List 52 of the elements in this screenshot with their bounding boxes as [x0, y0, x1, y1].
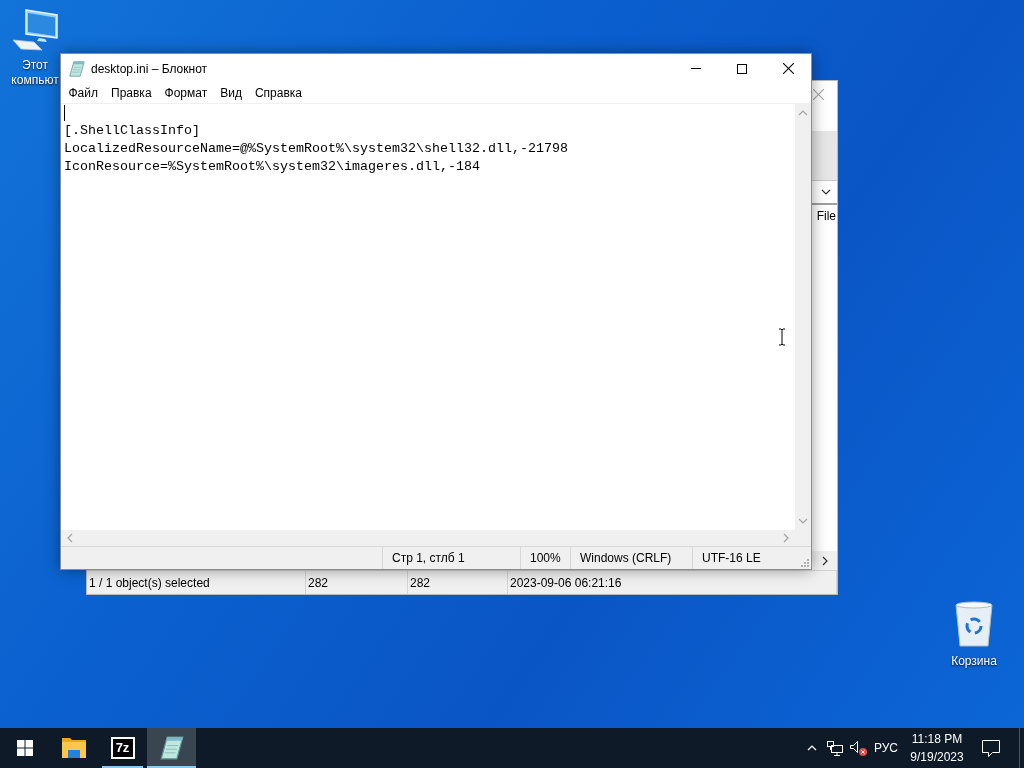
network-monitor-icon	[827, 740, 843, 756]
toolbar-background	[812, 131, 837, 180]
clock-button[interactable]: 11:18 PM 9/19/2023	[903, 728, 971, 768]
clock-time: 11:18 PM	[911, 731, 963, 748]
minimize-icon	[691, 68, 701, 69]
maximize-icon	[737, 63, 747, 74]
notepad-icon	[159, 736, 184, 760]
status-bar-text: Стр 1, стлб 1	[392, 550, 465, 567]
column-header[interactable]: File	[816, 207, 837, 225]
chevron-up-icon	[807, 744, 817, 752]
text-cursor-icon	[778, 328, 786, 346]
speech-bubble-icon	[982, 739, 1000, 757]
window-title: desktop.ini – Блокнот	[91, 60, 208, 78]
language-button[interactable]: РУС	[869, 728, 903, 768]
menu-item[interactable]: Файл	[62, 83, 105, 103]
menu-item[interactable]: Формат	[158, 83, 214, 103]
text-caret-icon	[64, 105, 65, 121]
app-logo: 7z	[110, 737, 135, 759]
folder-icon	[61, 738, 86, 758]
chevron-right-icon	[782, 533, 790, 543]
horizontal-scrollbar[interactable]	[61, 530, 795, 546]
text-line: IconResource=%SystemRoot%\system32\imageres.dll,-184	[64, 158, 480, 176]
chevron-up-icon	[798, 109, 808, 117]
taskbar-app-button[interactable]	[147, 728, 196, 768]
vertical-scrollbar[interactable]	[795, 104, 811, 530]
desktop-icon-label[interactable]: Этот компьют	[9, 58, 61, 88]
status-bar-text: 2023-09-06 06:21:16	[510, 574, 622, 592]
status-bar-text: 100%	[530, 550, 561, 567]
notepad-icon	[69, 60, 85, 77]
computer-icon[interactable]	[12, 9, 58, 51]
chevron-right-icon	[820, 555, 829, 566]
text-line: [.ShellClassInfo]	[64, 122, 200, 140]
status-bar-text: 282	[308, 574, 329, 592]
status-bar-text: Windows (CRLF)	[580, 550, 672, 567]
menu-item[interactable]: Справка	[248, 83, 309, 103]
status-bar-text: UTF-16 LE	[702, 550, 761, 567]
text-line: LocalizedResourceName=@%SystemRoot%\system32\shell32.dll,-21798	[64, 140, 568, 158]
scroll-right-button[interactable]	[812, 551, 837, 570]
menu-item[interactable]: Вид	[213, 83, 249, 103]
desktop-icon-label[interactable]: Корзина	[951, 654, 997, 669]
status-bar-text: 282	[410, 574, 431, 592]
close-icon	[782, 63, 794, 74]
recycle-bin-icon[interactable]	[954, 601, 994, 647]
chevron-down-icon	[798, 517, 808, 525]
resize-grip-icon[interactable]	[801, 559, 809, 567]
windows-logo-icon	[16, 740, 33, 756]
chevron-left-icon	[66, 533, 74, 543]
chevron-down-icon	[821, 188, 831, 196]
status-bar-text: 1 / 1 object(s) selected	[89, 574, 210, 592]
taskbar-app-button[interactable]: 7z	[98, 728, 147, 768]
menu-item[interactable]: Правка	[104, 83, 159, 103]
clock-date: 9/19/2023	[910, 749, 964, 766]
